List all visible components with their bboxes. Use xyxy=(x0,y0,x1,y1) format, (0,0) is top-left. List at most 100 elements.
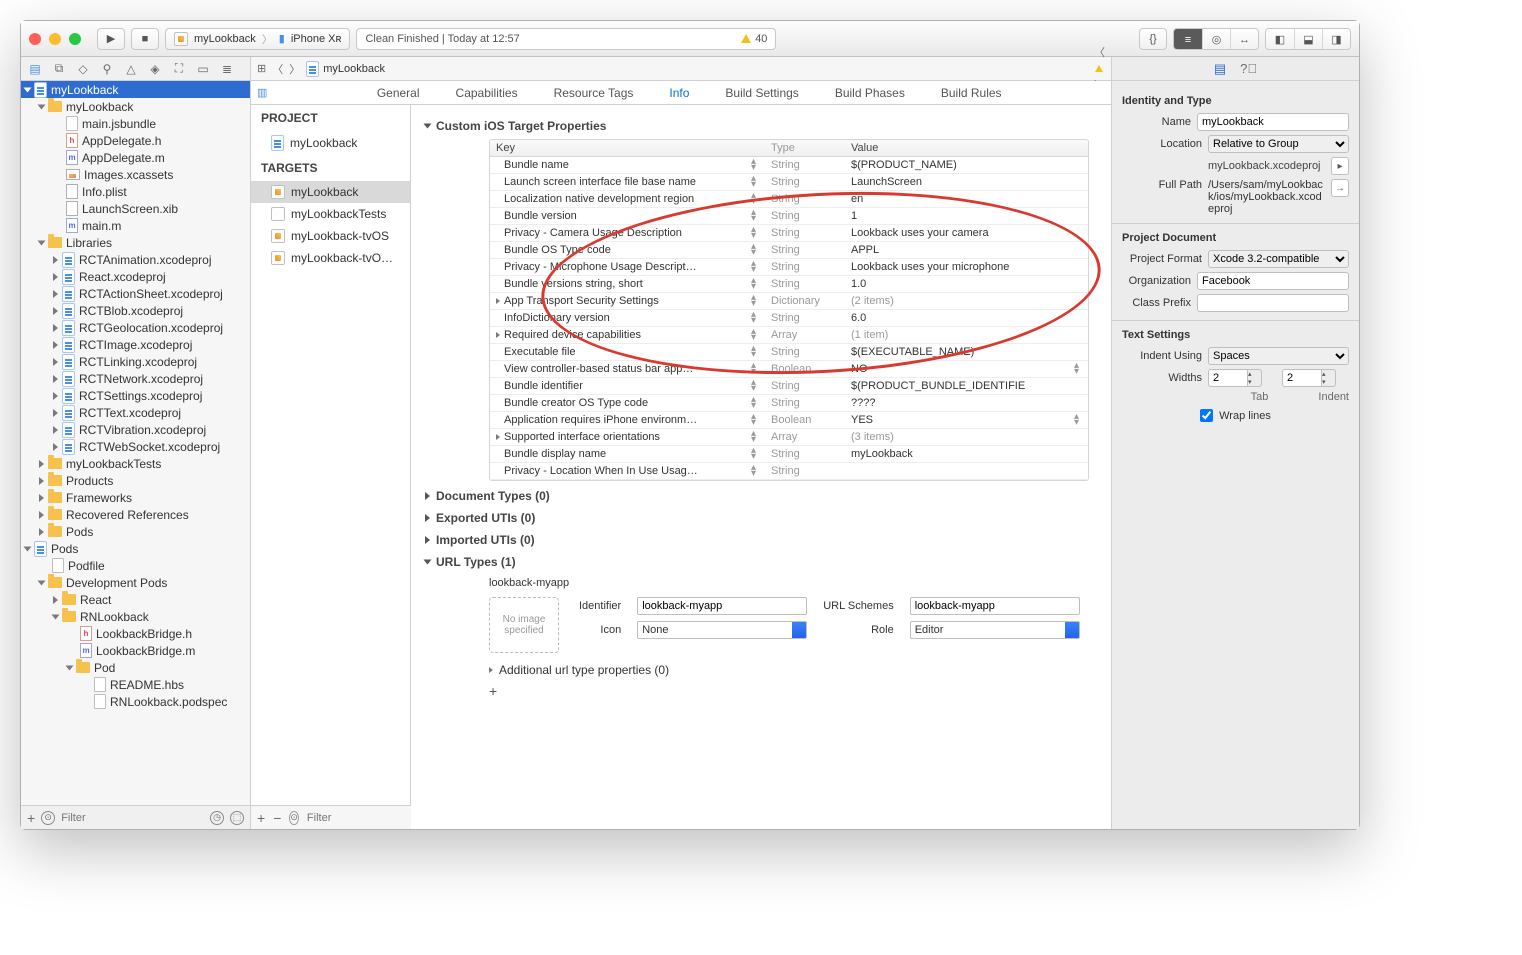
disclosure-triangle-icon[interactable] xyxy=(496,332,500,338)
key-popup-icon[interactable]: ▴▾ xyxy=(751,363,756,375)
plist-value[interactable]: 1 xyxy=(845,208,1088,224)
custom-props-header[interactable]: Custom iOS Target Properties xyxy=(425,119,1097,133)
key-popup-icon[interactable]: ▴▾ xyxy=(751,176,756,188)
plist-value[interactable]: en xyxy=(845,191,1088,207)
disclosure-triangle-icon[interactable] xyxy=(38,104,46,109)
scm-filter-icon[interactable]: ⬚ xyxy=(230,811,244,825)
plist-row[interactable]: Bundle name▴▾String$(PRODUCT_NAME) xyxy=(490,157,1088,174)
tab-resource-tags[interactable]: Resource Tags xyxy=(554,86,634,100)
indent-using-select[interactable]: Spaces xyxy=(1208,347,1349,365)
toggle-inspector-button[interactable]: ◨ xyxy=(1322,29,1350,50)
stop-button[interactable]: ■ xyxy=(131,28,159,50)
plist-row[interactable]: Executable file▴▾String$(EXECUTABLE_NAME… xyxy=(490,344,1088,361)
close-window-button[interactable] xyxy=(29,33,41,45)
disclosure-triangle-icon[interactable] xyxy=(53,290,58,298)
project-tree[interactable]: myLookbackmyLookbackmain.jsbundlehAppDel… xyxy=(21,81,250,805)
tree-row[interactable]: React xyxy=(21,591,250,608)
tree-row[interactable]: RCTNetwork.xcodeproj xyxy=(21,370,250,387)
organization-field[interactable] xyxy=(1197,272,1349,290)
plist-row[interactable]: Privacy - Microphone Usage Descript…▴▾St… xyxy=(490,259,1088,276)
standard-editor-button[interactable]: ≡ xyxy=(1174,29,1202,50)
disclosure-triangle-icon[interactable] xyxy=(496,298,500,304)
disclosure-triangle-icon[interactable] xyxy=(425,492,430,500)
run-button[interactable]: ▶ xyxy=(97,28,125,50)
key-popup-icon[interactable]: ▴▾ xyxy=(751,329,756,341)
tree-row[interactable]: Recovered References xyxy=(21,506,250,523)
disclosure-triangle-icon[interactable] xyxy=(425,536,430,544)
quick-help-icon[interactable]: ?⃝ xyxy=(1240,61,1257,76)
project-navigator-icon[interactable]: ▤ xyxy=(25,61,45,77)
target-item[interactable]: myLookback-tvO… xyxy=(251,247,410,269)
library-button[interactable]: {} xyxy=(1139,28,1167,50)
plist-value[interactable]: myLookback xyxy=(845,446,1088,462)
disclosure-triangle-icon[interactable] xyxy=(53,409,58,417)
target-item[interactable]: myLookback-tvOS xyxy=(251,225,410,247)
tree-row[interactable]: RCTGeolocation.xcodeproj xyxy=(21,319,250,336)
disclosure-triangle-icon[interactable] xyxy=(39,460,44,468)
tree-row[interactable]: README.hbs xyxy=(21,676,250,693)
tree-row[interactable]: mLookbackBridge.m xyxy=(21,642,250,659)
plist-row[interactable]: Application requires iPhone environm…▴▾B… xyxy=(490,412,1088,429)
key-popup-icon[interactable]: ▴▾ xyxy=(751,159,756,171)
plist-row[interactable]: Bundle versions string, short▴▾String1.0 xyxy=(490,276,1088,293)
tree-row[interactable]: myLookback xyxy=(21,81,250,98)
source-control-navigator-icon[interactable]: ⧉ xyxy=(49,61,69,77)
plist-row[interactable]: Launch screen interface file base name▴▾… xyxy=(490,174,1088,191)
plist-row[interactable]: InfoDictionary version▴▾String6.0 xyxy=(490,310,1088,327)
tree-row[interactable]: RCTImage.xcodeproj xyxy=(21,336,250,353)
role-select[interactable]: Editor xyxy=(910,621,1080,639)
plist-value[interactable]: (3 items) xyxy=(845,429,1088,445)
assistant-editor-button[interactable]: ◎ xyxy=(1202,29,1230,50)
plist-row[interactable]: Required device capabilities▴▾Array(1 it… xyxy=(490,327,1088,344)
key-popup-icon[interactable]: ▴▾ xyxy=(751,227,756,239)
choose-location-button[interactable]: ▸ xyxy=(1331,157,1349,175)
plist-row[interactable]: Bundle display name▴▾StringmyLookback xyxy=(490,446,1088,463)
target-item[interactable]: myLookbackTests xyxy=(251,203,410,225)
tree-row[interactable]: mmain.m xyxy=(21,217,250,234)
tab-width-stepper[interactable]: ▴▾ xyxy=(1208,369,1262,387)
key-popup-icon[interactable]: ▴▾ xyxy=(751,346,756,358)
plist-value[interactable] xyxy=(845,469,1088,473)
tree-row[interactable]: RNLookback.podspec xyxy=(21,693,250,710)
url-types-header[interactable]: URL Types (1) xyxy=(425,555,1097,569)
disclosure-triangle-icon[interactable] xyxy=(425,514,430,522)
tree-row[interactable]: Info.plist xyxy=(21,183,250,200)
disclosure-triangle-icon[interactable] xyxy=(39,511,44,519)
activity-viewer[interactable]: Clean Finished | Today at 12:57 40 xyxy=(356,28,776,50)
tab-capabilities[interactable]: Capabilities xyxy=(456,86,518,100)
disclosure-triangle-icon[interactable] xyxy=(39,477,44,485)
tree-row[interactable]: RCTLinking.xcodeproj xyxy=(21,353,250,370)
file-inspector-icon[interactable]: ▤ xyxy=(1214,61,1226,77)
key-popup-icon[interactable]: ▴▾ xyxy=(751,414,756,426)
clock-filter-icon[interactable]: ◷ xyxy=(210,811,224,825)
minimize-window-button[interactable] xyxy=(49,33,61,45)
remove-target-button[interactable]: − xyxy=(273,810,281,826)
identifier-field[interactable] xyxy=(637,597,807,615)
disclosure-triangle-icon[interactable] xyxy=(53,596,58,604)
plist-value[interactable]: LaunchScreen xyxy=(845,174,1088,190)
tree-row[interactable]: main.jsbundle xyxy=(21,115,250,132)
disclosure-triangle-icon[interactable] xyxy=(424,560,432,565)
disclosure-triangle-icon[interactable] xyxy=(53,392,58,400)
filter-scope-icon[interactable]: ⊙ xyxy=(289,811,299,825)
plist-value[interactable]: ???? xyxy=(845,395,1088,411)
version-editor-button[interactable]: ↔ xyxy=(1230,29,1258,50)
key-popup-icon[interactable]: ▴▾ xyxy=(751,431,756,443)
disclosure-triangle-icon[interactable] xyxy=(53,256,58,264)
debug-navigator-icon[interactable]: ⛶ xyxy=(169,61,189,77)
plist-row[interactable]: Privacy - Camera Usage Description▴▾Stri… xyxy=(490,225,1088,242)
tree-row[interactable]: RCTBlob.xcodeproj xyxy=(21,302,250,319)
wrap-lines-checkbox[interactable] xyxy=(1200,409,1213,422)
plist-value[interactable]: (1 item) xyxy=(845,327,1088,343)
imported-utis-header[interactable]: Imported UTIs (0) xyxy=(425,533,1097,547)
plist-value[interactable]: $(EXECUTABLE_NAME) xyxy=(845,344,1088,360)
disclosure-triangle-icon[interactable] xyxy=(53,358,58,366)
disclosure-triangle-icon[interactable] xyxy=(489,667,493,673)
project-format-select[interactable]: Xcode 3.2-compatible xyxy=(1208,250,1349,268)
plist-row[interactable]: Bundle identifier▴▾String$(PRODUCT_BUNDL… xyxy=(490,378,1088,395)
disclosure-triangle-icon[interactable] xyxy=(39,528,44,536)
issue-navigator-icon[interactable]: △ xyxy=(121,61,141,77)
warning-indicator[interactable]: 40 xyxy=(741,33,767,45)
plist-row[interactable]: View controller-based status bar app…▴▾B… xyxy=(490,361,1088,378)
disclosure-triangle-icon[interactable] xyxy=(53,273,58,281)
